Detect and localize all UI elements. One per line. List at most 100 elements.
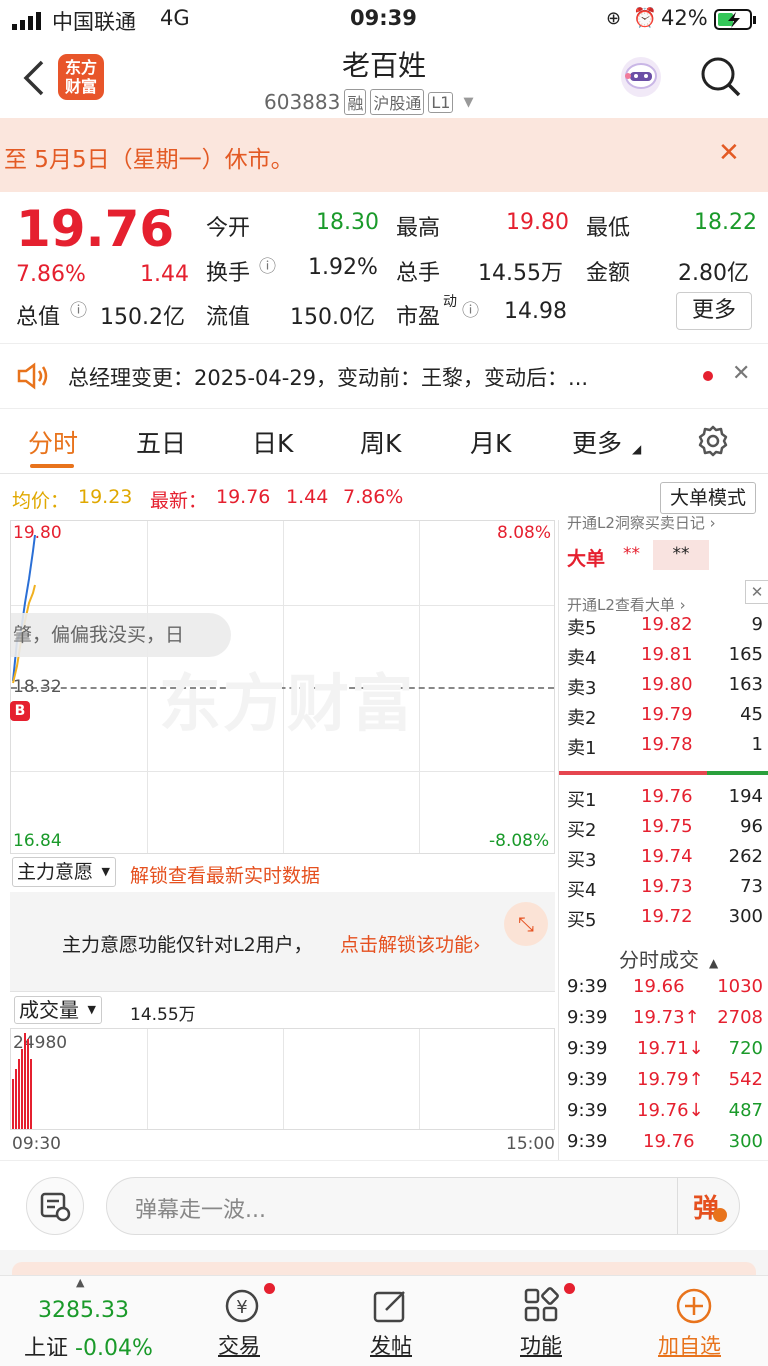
comment-bar: 弹幕走一波... 弹 [0,1160,768,1250]
nav-function-label: 功能 [520,1334,562,1358]
caret-up-icon: ▲ [76,1276,85,1289]
sell-row[interactable]: 卖5 19.82 9 [567,614,763,644]
nav-post-label: 发帖 [370,1334,412,1358]
price-info-line: 均价： 19.23 最新： 19.76 1.44 7.86% [0,482,555,514]
volume-selector[interactable]: 成交量 ▼ [14,996,102,1024]
change-percent: 7.86% [16,262,86,287]
more-button[interactable]: 更多 [676,292,752,330]
open-label: 今开 [206,216,251,241]
dropdown-icon: ▼ [101,865,111,878]
trade-row: 9:39 19.79↑ 542 [567,1069,763,1090]
network: 4G [160,6,190,30]
sell-row[interactable]: 卖2 19.79 45 [567,704,763,734]
expand-icon[interactable]: ⤡ [504,902,548,946]
float-cap-label: 流值 [206,305,251,330]
news-ticker[interactable]: 总经理变更：2025-04-29，变动前：王黎，变动后：... ✕ [0,343,768,409]
close-icon[interactable]: ✕ [718,138,740,168]
unlock-link[interactable]: 解锁查看最新实时数据 [130,861,320,888]
sell-row[interactable]: 卖1 19.78 1 [567,734,763,764]
avg-value: 19.23 [78,486,133,508]
buy-row[interactable]: 买1 19.76 194 [567,786,763,816]
l2-note[interactable]: 开通L2查看大单 › [567,594,686,615]
chevron-down-icon[interactable]: ▼ [463,95,473,110]
battery-percent: 42% [661,6,708,30]
big-order-masked: ** [653,540,709,570]
carrier: 中国联通 [52,10,136,34]
trade-row: 9:39 19.76 300 [567,1131,763,1152]
danmu-settings-icon[interactable] [26,1177,84,1235]
chart-tabs: 分时 五日 日K 周K 月K 更多 ◢ [0,410,768,474]
locked-message: 主力意愿功能仅针对L2用户， [62,934,313,956]
volume-value: 14.55万 [478,261,563,286]
sort-icon: ▲ [709,956,719,970]
index-change: 上证 -0.04% [24,1330,153,1362]
order-book: 开通L2洞察买卖日记 › 大单 ** ** 开通L2查看大单 › ✕ 卖5 19.… [558,514,768,1160]
turnover-value: 1.92% [308,255,378,280]
low-value: 18.22 [694,210,757,235]
holiday-notice: 至 5月5日（星期一）休市。 ✕ [0,118,768,192]
trade-icon: ¥ [225,1289,259,1323]
trade-row: 9:39 19.73↑ 2708 [567,1007,763,1028]
tab-month-k[interactable]: 月K [470,424,511,460]
buy-marker[interactable]: B [10,701,30,721]
main-force-header: 主力意愿 ▼ 解锁查看最新实时数据 [10,857,555,891]
gear-icon[interactable] [696,424,730,464]
buy-row[interactable]: 买3 19.74 262 [567,846,763,876]
turnover-label: 换手 [206,261,251,286]
volume-chart[interactable]: 24980 [10,1028,555,1130]
ask-ratio-bar [707,771,768,775]
search-icon[interactable] [700,56,742,102]
latest-value: 19.76 [216,486,271,508]
intraday-chart[interactable]: 东方财富 19.80 8.08% 18.32 16.84 -8.08% 肇，偏偏… [10,520,555,854]
tab-more[interactable]: 更多 [572,424,622,460]
buy-row[interactable]: 买5 19.72 300 [567,906,763,936]
latest-label: 最新： [150,490,208,512]
stock-code: 603883 [264,90,341,114]
pe-superscript: 动 [443,294,457,310]
close-icon[interactable]: ✕ [732,361,750,386]
latest-percent: 7.86% [343,486,404,508]
amount-value: 2.80亿 [678,261,749,286]
big-order-mode-button[interactable]: 大单模式 [660,482,756,514]
big-order-stars: ** [623,544,640,564]
robot-assistant-icon[interactable] [618,54,664,104]
l2-note-top[interactable]: 开通L2洞察买卖日记 › [567,512,716,533]
change-amount: 1.44 [140,262,189,287]
tag-level: L1 [428,91,454,113]
unread-dot [703,371,713,381]
main-force-selector[interactable]: 主力意愿 ▼ [12,857,117,887]
unlock-feature-link[interactable]: 点击解锁该功能› [340,930,481,957]
buy-row[interactable]: 买4 19.73 73 [567,876,763,906]
time-end: 15:00 [506,1134,555,1154]
high-value: 19.80 [506,210,569,235]
tab-indicator [30,464,74,468]
svg-text:¥: ¥ [236,1297,247,1318]
info-icon[interactable]: ⓘ [259,252,276,277]
trade-list-title[interactable]: 分时成交 ▲ [619,944,718,973]
info-icon[interactable]: ⓘ [70,296,87,321]
index-name: 上证 [24,1336,69,1361]
trade-row: 9:39 19.66 1030 [567,976,763,997]
danmu-input[interactable]: 弹幕走一波... 弹 [106,1177,740,1235]
nav-add-label: 加自选 [658,1334,721,1358]
info-icon[interactable]: ⓘ [462,296,479,321]
quote-panel: 19.76 7.86% 1.44 今开 18.30 最高 19.80 最低 18… [0,192,768,342]
tab-intraday[interactable]: 分时 [28,424,78,460]
notice-text: 至 5月5日（星期一）休市。 [4,147,294,173]
tab-day-k[interactable]: 日K [252,424,293,460]
sell-row[interactable]: 卖3 19.80 163 [567,674,763,704]
close-icon[interactable]: ✕ [745,580,768,604]
tag-margin: 融 [344,89,367,115]
tab-five-day[interactable]: 五日 [136,424,186,460]
triangle-icon: ◢ [632,442,642,456]
index-value: 3285.33 [38,1298,129,1323]
tab-week-k[interactable]: 周K [360,424,401,460]
trade-row: 9:39 19.76↓ 487 [567,1100,763,1121]
volume-bars [12,1033,32,1129]
current-price: 19.76 [16,200,175,258]
buy-row[interactable]: 买2 19.75 96 [567,816,763,846]
edit-icon [373,1291,405,1323]
sell-row[interactable]: 卖4 19.81 165 [567,644,763,674]
low-label: 最低 [586,216,631,241]
news-text: 总经理变更：2025-04-29，变动前：王黎，变动后：... [68,366,589,390]
